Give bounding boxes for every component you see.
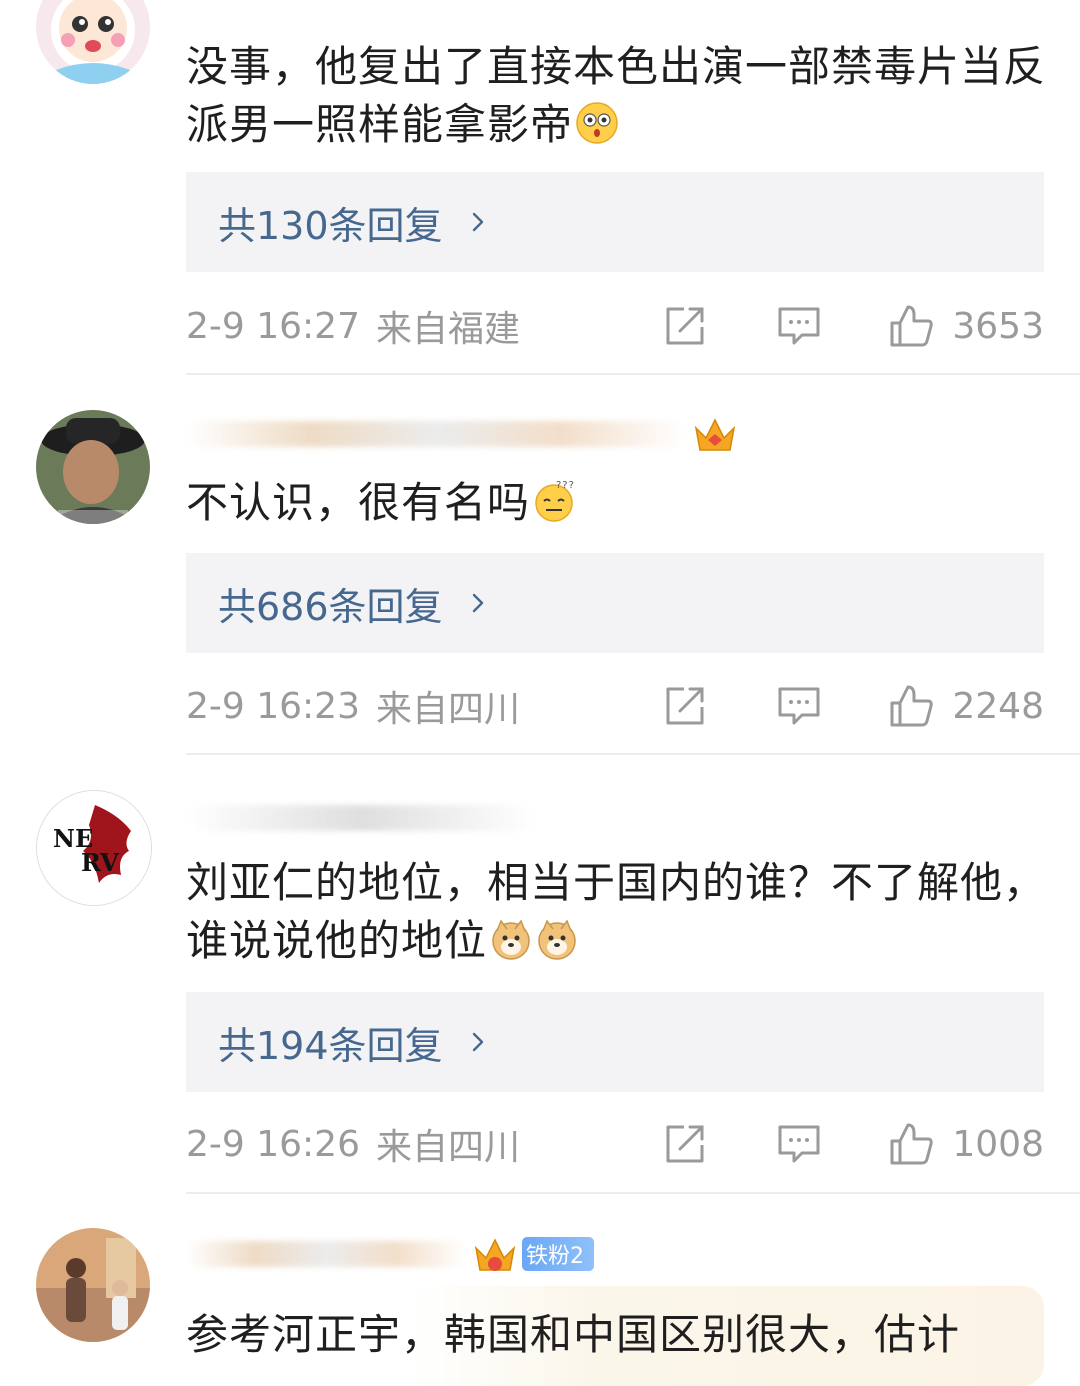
replies-link[interactable]: 共686条回复 bbox=[186, 553, 1044, 653]
svg-text:???: ??? bbox=[556, 480, 575, 491]
replies-label: 共130条回复 bbox=[218, 203, 443, 248]
share-icon[interactable] bbox=[662, 303, 708, 349]
timestamp: 2-9 16:27 bbox=[186, 305, 360, 347]
divider bbox=[186, 1192, 1080, 1194]
location: 来自四川 bbox=[376, 689, 521, 730]
replies-label: 共686条回复 bbox=[218, 584, 443, 629]
divider bbox=[186, 753, 1080, 755]
username[interactable] bbox=[186, 421, 686, 447]
like-count: 2248 bbox=[952, 685, 1044, 727]
comment-text: 参考河正宇，韩国和中国区别很大，估计 bbox=[186, 1310, 961, 1359]
replies-link[interactable]: 共194条回复 bbox=[186, 992, 1044, 1092]
comment-icon[interactable] bbox=[776, 683, 822, 729]
avatar[interactable] bbox=[36, 410, 150, 524]
fan-badge: 铁粉2 bbox=[522, 1237, 594, 1271]
confused-face-emoji: ??? bbox=[535, 480, 575, 522]
username[interactable] bbox=[186, 1241, 466, 1267]
avatar[interactable] bbox=[36, 1228, 150, 1342]
comment-icon[interactable] bbox=[776, 303, 822, 349]
chevron-right-icon bbox=[472, 212, 483, 232]
replies-label: 共194条回复 bbox=[218, 1023, 443, 1068]
thumbs-up-icon[interactable] bbox=[888, 1121, 934, 1167]
avatar[interactable] bbox=[36, 0, 150, 84]
thumbs-up-icon[interactable] bbox=[888, 683, 934, 729]
location: 来自福建 bbox=[376, 309, 521, 350]
divider bbox=[186, 373, 1080, 375]
location: 来自四川 bbox=[376, 1127, 521, 1168]
crown-icon bbox=[474, 1238, 516, 1271]
username-row bbox=[186, 796, 536, 840]
doge-emoji bbox=[538, 919, 576, 960]
svg-text:RV: RV bbox=[81, 848, 119, 877]
comment-text: 没事，他复出了直接本色出演一部禁毒片当反派男一照样能拿影帝 bbox=[186, 42, 1047, 149]
username[interactable] bbox=[186, 805, 536, 831]
like-count: 3653 bbox=[952, 305, 1044, 347]
timestamp: 2-9 16:26 bbox=[186, 1123, 360, 1165]
comment-text: 刘亚仁的地位，相当于国内的谁？不了解他，谁说说他的地位 bbox=[186, 858, 1047, 965]
comment-icon[interactable] bbox=[776, 1121, 822, 1167]
username-row bbox=[186, 412, 738, 456]
flushed-face-emoji bbox=[576, 102, 618, 144]
like-count: 1008 bbox=[952, 1123, 1044, 1165]
chevron-right-icon bbox=[472, 1032, 483, 1052]
username-row: 铁粉2 bbox=[186, 1232, 594, 1276]
crown-icon bbox=[694, 418, 736, 451]
share-icon[interactable] bbox=[662, 1121, 708, 1167]
timestamp: 2-9 16:23 bbox=[186, 685, 360, 727]
comment-meta: 2-9 16:27 来自福建 3653 bbox=[186, 296, 1044, 356]
comment-meta: 2-9 16:23 来自四川 2248 bbox=[186, 676, 1044, 736]
doge-emoji bbox=[492, 919, 530, 960]
comment-text: 不认识，很有名吗??? bbox=[186, 478, 575, 527]
thumbs-up-icon[interactable] bbox=[888, 303, 934, 349]
comment-meta: 2-9 16:26 来自四川 1008 bbox=[186, 1114, 1044, 1174]
replies-link[interactable]: 共130条回复 bbox=[186, 172, 1044, 272]
share-icon[interactable] bbox=[662, 683, 708, 729]
avatar[interactable]: NE RV bbox=[36, 790, 152, 906]
chevron-right-icon bbox=[472, 593, 483, 613]
